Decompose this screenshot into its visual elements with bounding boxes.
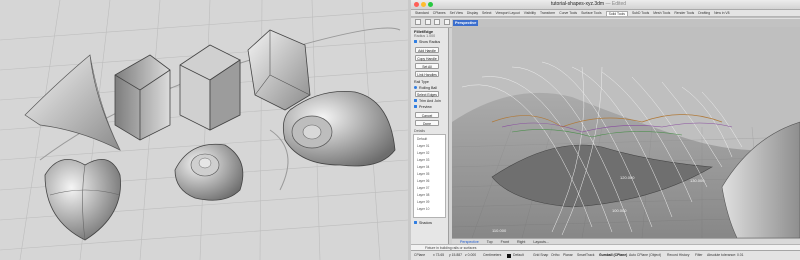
- grid-label-130: 130.000: [690, 178, 705, 183]
- shadow-checkbox[interactable]: [414, 221, 417, 224]
- toolbar-tab-12[interactable]: Mesh Tools: [653, 11, 670, 15]
- trim-and-join-label: Trim And Join: [419, 98, 441, 103]
- toolbar-tab-14[interactable]: Drafting: [698, 11, 710, 15]
- smarttrack-toggle[interactable]: SmartTrack: [577, 253, 594, 257]
- toolbar-tab-5[interactable]: Viewport Layout: [495, 11, 519, 15]
- toolbar-tab-15[interactable]: New in V8: [714, 11, 729, 15]
- toolbar-tab-7[interactable]: Transform: [540, 11, 555, 15]
- view-tab-2[interactable]: Front: [501, 240, 509, 244]
- toolbar-tab-3[interactable]: Display: [467, 11, 478, 15]
- layer-row[interactable]: Layer 07: [417, 186, 429, 190]
- toolbar-tab-1[interactable]: CPlanes: [433, 11, 446, 15]
- toolbar-tab-2[interactable]: Set View: [450, 11, 463, 15]
- zoom-window-icon[interactable]: [428, 2, 433, 7]
- rolling-ball-label: Rolling Ball: [419, 85, 437, 90]
- faceted-box[interactable]: [247, 29, 311, 111]
- layer-row[interactable]: Layer 06: [417, 179, 429, 183]
- toolbar-tab-0[interactable]: Standard: [415, 11, 429, 15]
- toolbar-tab-8[interactable]: Curve Tools: [559, 11, 577, 15]
- z-coordinate: z 0.000: [465, 253, 477, 257]
- toolbar-tab-10[interactable]: Solid Tools: [605, 10, 628, 16]
- cplane-label[interactable]: CPlane: [414, 253, 425, 257]
- viewport-header: Perspective: [452, 19, 800, 27]
- tolerance-label: Absolute tolerance: 0.01: [707, 253, 744, 257]
- x-coordinate: x 73.65: [433, 253, 445, 257]
- auto-cplane-toggle[interactable]: Auto CPlane (Object): [629, 253, 661, 257]
- record-history-toggle[interactable]: Record History: [667, 253, 689, 257]
- select-edges-button[interactable]: Select Edges: [415, 91, 439, 97]
- edited-indicator: — Edited: [605, 1, 627, 7]
- layer-row[interactable]: Layer 04: [417, 165, 429, 169]
- left-scene: [0, 0, 408, 260]
- perspective-viewport[interactable]: 120.000 130.000 100.000 110.000: [452, 27, 800, 238]
- minimize-window-icon[interactable]: [421, 2, 426, 7]
- toolbar-tab-11[interactable]: SubD Tools: [632, 11, 649, 15]
- gumball-toggle[interactable]: Gumball (CPlane): [599, 253, 627, 257]
- close-window-icon[interactable]: [414, 2, 419, 7]
- preview-checkbox[interactable]: [414, 105, 417, 108]
- view-tab-3[interactable]: Right: [517, 240, 525, 244]
- done-button[interactable]: Done: [415, 120, 439, 126]
- trim-and-join-checkbox[interactable]: [414, 99, 417, 102]
- window-title: tutorial-shapes-xyz.3dm — Edited: [551, 1, 626, 7]
- filter-toggle[interactable]: Filter: [695, 253, 703, 257]
- window-title-text: tutorial-shapes-xyz.3dm: [551, 1, 605, 7]
- toolbar-tool-icon[interactable]: [443, 19, 450, 25]
- grid-label-100: 100.000: [612, 208, 627, 213]
- view-tab-1[interactable]: Top: [487, 240, 493, 244]
- units-label: Centimeters: [483, 253, 502, 257]
- show-radius-checkbox[interactable]: [414, 40, 417, 43]
- open-box[interactable]: [114, 54, 171, 141]
- toolbar-tool-icon[interactable]: [415, 19, 421, 25]
- layer-row[interactable]: Layer 05: [417, 172, 429, 176]
- view-tab-4[interactable]: Layouts...: [533, 240, 549, 244]
- layers-list[interactable]: Default Layer 01 Layer 02 Layer 03 Layer 04 L…: [413, 134, 446, 218]
- rhino-window: tutorial-shapes-xyz.3dm — Edited Standar…: [411, 0, 800, 260]
- toolbar-tab-6[interactable]: Visibility: [524, 11, 536, 15]
- add-handle-button[interactable]: Add Handle: [415, 47, 439, 53]
- copy-handle-button[interactable]: Copy Handle: [415, 55, 439, 61]
- command-subtitle: Radius 1.000: [414, 34, 436, 38]
- right-shell[interactable]: [721, 121, 800, 238]
- show-radius-label: Show Radius: [419, 39, 441, 44]
- toolbar-tool-icon[interactable]: [424, 19, 431, 25]
- layer-row[interactable]: Layer 10: [417, 207, 429, 211]
- layer-row[interactable]: Layer 08: [417, 193, 429, 197]
- planar-toggle[interactable]: Planar: [563, 253, 573, 257]
- layer-row[interactable]: Default: [417, 137, 427, 141]
- title-bar: tutorial-shapes-xyz.3dm — Edited: [411, 0, 800, 10]
- rail-type-label: Rail Type: [414, 80, 429, 84]
- grid-label-120: 120.000: [620, 175, 635, 180]
- perspective-scene: 120.000 130.000 100.000 110.000: [452, 61, 800, 238]
- layer-row[interactable]: Layer 03: [417, 158, 429, 162]
- set-all-button[interactable]: Set All: [415, 63, 439, 69]
- toolbar-tab-9[interactable]: Surface Tools: [581, 11, 601, 15]
- preview-label: Preview: [419, 104, 432, 109]
- layer-label[interactable]: Default: [513, 253, 524, 257]
- layers-header: Details: [414, 129, 425, 133]
- toolbar-tool-icon[interactable]: [434, 19, 440, 25]
- layer-row[interactable]: Layer 09: [417, 200, 429, 204]
- layer-row[interactable]: Layer 02: [417, 151, 429, 155]
- command-prompt: Fixture in building rails or surfaces: [425, 245, 477, 250]
- grid-snap-toggle[interactable]: Grid Snap: [533, 253, 548, 257]
- toolbar-tab-13[interactable]: Render Tools: [674, 11, 694, 15]
- cancel-button[interactable]: Cancel: [415, 112, 439, 118]
- status-bar: CPlane x 73.65 y 15.887 z 0.000 Centimet…: [411, 250, 800, 260]
- left-3d-viewport[interactable]: [0, 0, 408, 260]
- grid-label-110: 110.000: [492, 228, 507, 233]
- view-tab-0[interactable]: Perspective: [460, 240, 479, 244]
- y-coordinate: y 15.887: [449, 253, 463, 257]
- shadow-label: Shadow: [419, 220, 432, 225]
- viewport-title[interactable]: Perspective: [453, 20, 479, 26]
- toolbar-tabs: Standard CPlanes Set View Display Select View…: [411, 10, 800, 17]
- link-handles-button[interactable]: Link Handles: [415, 71, 439, 77]
- ortho-toggle[interactable]: Ortho: [551, 253, 559, 257]
- layer-row[interactable]: Layer 01: [417, 144, 429, 148]
- toolbar-tab-4[interactable]: Select: [482, 11, 491, 15]
- command-panel: FilletEdge Radius 1.000 Show Radius Add …: [411, 28, 449, 250]
- rolling-ball-radio[interactable]: [414, 86, 417, 89]
- layer-color-swatch: [507, 253, 511, 258]
